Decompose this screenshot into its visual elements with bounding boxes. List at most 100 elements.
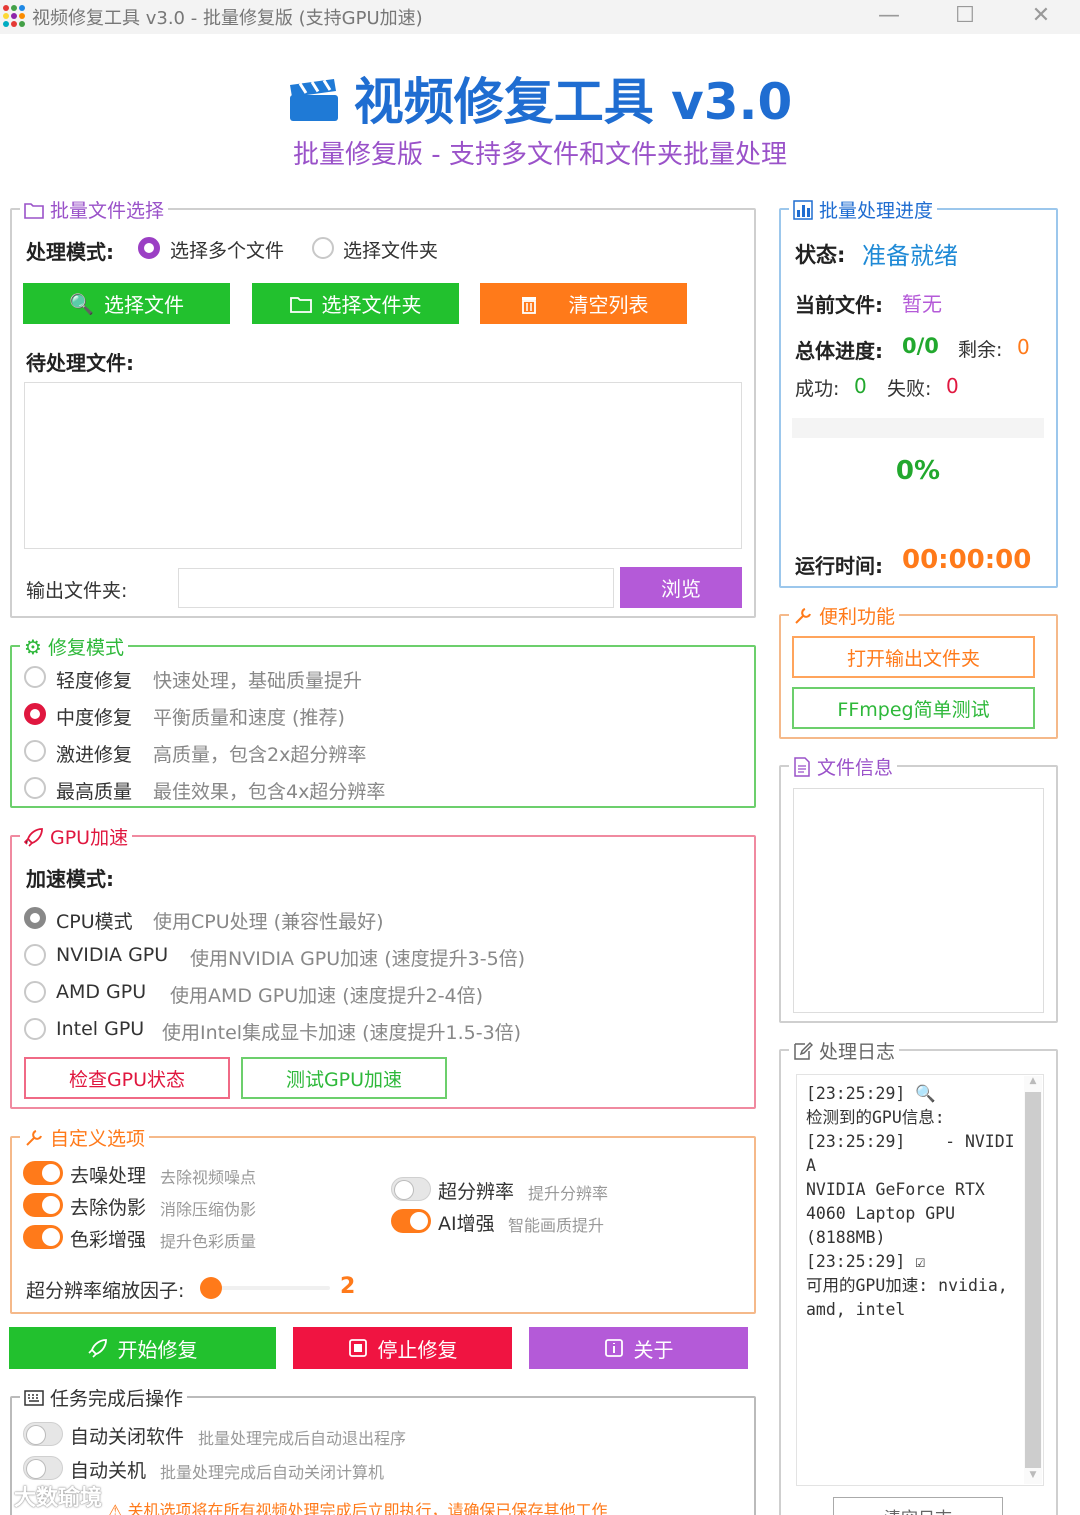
clapperboard-icon	[289, 79, 338, 121]
amd-gpu-label[interactable]: AMD GPU	[56, 981, 146, 1003]
open-output-folder-button[interactable]: 打开输出文件夹	[792, 636, 1035, 678]
color-enhance-label[interactable]: 色彩增强	[70, 1225, 146, 1252]
watermark: 大数瑜境	[14, 1486, 103, 1511]
radio-amd-gpu[interactable]	[24, 981, 46, 1003]
window-title: 视频修复工具 v3.0 - 批量修复版 (支持GPU加速)	[32, 8, 423, 29]
output-folder-input[interactable]	[178, 568, 614, 608]
aggressive-repair-desc: 高质量，包含2x超分辨率	[153, 744, 367, 766]
slider-handle[interactable]	[200, 1277, 222, 1299]
rocket-icon	[87, 1339, 107, 1358]
file-info-legend: 文件信息	[789, 753, 898, 780]
light-repair-desc: 快速处理，基础质量提升	[153, 670, 363, 692]
radio-folder-label[interactable]: 选择文件夹	[343, 236, 438, 263]
browse-button[interactable]: 浏览	[620, 567, 742, 608]
close-button[interactable]: ✕	[1018, 0, 1064, 34]
mode-label: 处理模式:	[26, 240, 114, 264]
radio-light-repair[interactable]	[24, 666, 46, 688]
shutdown-warning: ⚠ 关机选项将在所有视频处理完成后立即执行，请确保已保存其他工作	[108, 1497, 607, 1515]
radio-max-quality[interactable]	[24, 777, 46, 799]
ai-enhance-desc: 智能画质提升	[508, 1216, 605, 1235]
file-select-legend: 批量文件选择	[20, 196, 169, 223]
medium-repair-label[interactable]: 中度修复	[56, 703, 132, 730]
gpu-mode-label: 加速模式:	[26, 867, 114, 891]
intel-gpu-label[interactable]: Intel GPU	[56, 1018, 144, 1040]
select-folder-button[interactable]: 选择文件夹	[252, 283, 459, 324]
toggle-ai-enhance[interactable]	[391, 1209, 431, 1233]
folder-icon	[289, 296, 312, 313]
toggle-super-resolution[interactable]	[391, 1177, 431, 1201]
log-scrollbar[interactable]: ▲ ▼	[1024, 1076, 1042, 1484]
toggle-denoise[interactable]	[23, 1161, 63, 1185]
pending-files-list[interactable]	[24, 382, 742, 549]
radio-medium-repair[interactable]	[24, 703, 46, 725]
color-enhance-desc: 提升色彩质量	[160, 1232, 257, 1251]
warning-icon: ⚠	[108, 1501, 123, 1515]
gear-icon: ⚙	[24, 634, 42, 659]
runtime-label: 运行时间:	[795, 554, 883, 578]
status-value: 准备就绪	[862, 242, 958, 270]
stop-repair-button[interactable]: 停止修复	[293, 1327, 512, 1369]
progress-bar	[792, 418, 1044, 438]
success-label: 成功:	[795, 378, 840, 400]
wrench-icon	[795, 607, 811, 624]
auto-close-desc: 批量处理完成后自动退出程序	[198, 1429, 407, 1448]
fail-label: 失败:	[887, 378, 932, 400]
toggle-color-enhance[interactable]	[23, 1225, 63, 1249]
about-button[interactable]: 关于	[529, 1327, 748, 1369]
stop-icon	[348, 1339, 367, 1357]
output-folder-label: 输出文件夹:	[26, 580, 128, 602]
ai-enhance-label[interactable]: AI增强	[438, 1209, 495, 1236]
ffmpeg-test-button[interactable]: FFmpeg简单测试	[792, 687, 1035, 729]
search-icon: 🔍	[69, 291, 94, 316]
minimize-button[interactable]: —	[866, 0, 912, 34]
current-file-value: 暂无	[902, 292, 942, 316]
scroll-down-icon[interactable]: ▼	[1024, 1470, 1042, 1482]
auto-shutdown-label[interactable]: 自动关机	[70, 1456, 146, 1483]
clear-log-button[interactable]: 清空日志	[833, 1497, 1003, 1515]
trash-icon	[521, 296, 536, 314]
cpu-mode-desc: 使用CPU处理 (兼容性最好)	[153, 911, 384, 933]
clear-list-button[interactable]: 清空列表	[480, 283, 687, 324]
radio-nvidia-gpu[interactable]	[24, 944, 46, 966]
max-quality-label[interactable]: 最高质量	[56, 777, 132, 804]
select-files-button[interactable]: 🔍 选择文件	[23, 283, 230, 324]
document-icon	[794, 756, 810, 777]
amd-gpu-desc: 使用AMD GPU加速 (速度提升2-4倍)	[170, 985, 484, 1007]
radio-multi-files-label[interactable]: 选择多个文件	[170, 236, 284, 263]
scrollbar-thumb[interactable]	[1025, 1092, 1041, 1468]
denoise-label[interactable]: 去噪处理	[70, 1161, 146, 1188]
deartifact-desc: 消除压缩伪影	[160, 1200, 257, 1219]
auto-close-label[interactable]: 自动关闭软件	[70, 1422, 184, 1449]
auto-shutdown-desc: 批量处理完成后自动关闭计算机	[160, 1463, 385, 1482]
toggle-deartifact[interactable]	[23, 1193, 63, 1217]
tools-legend: 便利功能	[789, 602, 900, 629]
test-gpu-button[interactable]: 测试GPU加速	[241, 1057, 447, 1099]
wrench-icon	[26, 1129, 42, 1146]
nvidia-gpu-desc: 使用NVIDIA GPU加速 (速度提升3-5倍)	[190, 948, 526, 970]
light-repair-label[interactable]: 轻度修复	[56, 666, 132, 693]
deartifact-label[interactable]: 去除伪影	[70, 1193, 146, 1220]
scroll-up-icon[interactable]: ▲	[1024, 1076, 1042, 1088]
check-gpu-button[interactable]: 检查GPU状态	[24, 1057, 230, 1099]
radio-multi-files[interactable]	[138, 237, 160, 259]
radio-folder[interactable]	[312, 237, 334, 259]
radio-aggressive-repair[interactable]	[24, 740, 46, 762]
app-heading: 视频修复工具 v3.0	[0, 62, 1080, 134]
toggle-auto-shutdown[interactable]	[23, 1456, 63, 1480]
scale-factor-label: 超分辨率缩放因子:	[26, 1280, 185, 1302]
aggressive-repair-label[interactable]: 激进修复	[56, 740, 132, 767]
remaining-value: 0	[1017, 335, 1030, 359]
radio-intel-gpu[interactable]	[24, 1018, 46, 1040]
cpu-mode-label[interactable]: CPU模式	[56, 907, 133, 934]
maximize-button[interactable]: ☐	[942, 0, 988, 34]
super-resolution-label[interactable]: 超分辨率	[438, 1177, 514, 1204]
nvidia-gpu-label[interactable]: NVIDIA GPU	[56, 944, 168, 966]
app-subtitle: 批量修复版 - 支持多文件和文件夹批量处理	[293, 140, 787, 170]
radio-cpu-mode[interactable]	[24, 907, 46, 929]
keyboard-icon	[24, 1389, 44, 1406]
scale-factor-slider[interactable]	[200, 1277, 330, 1299]
start-repair-button[interactable]: 开始修复	[9, 1327, 276, 1369]
toggle-auto-close[interactable]	[23, 1422, 63, 1446]
current-file-label: 当前文件:	[795, 293, 883, 317]
total-progress-label: 总体进度:	[795, 339, 883, 363]
